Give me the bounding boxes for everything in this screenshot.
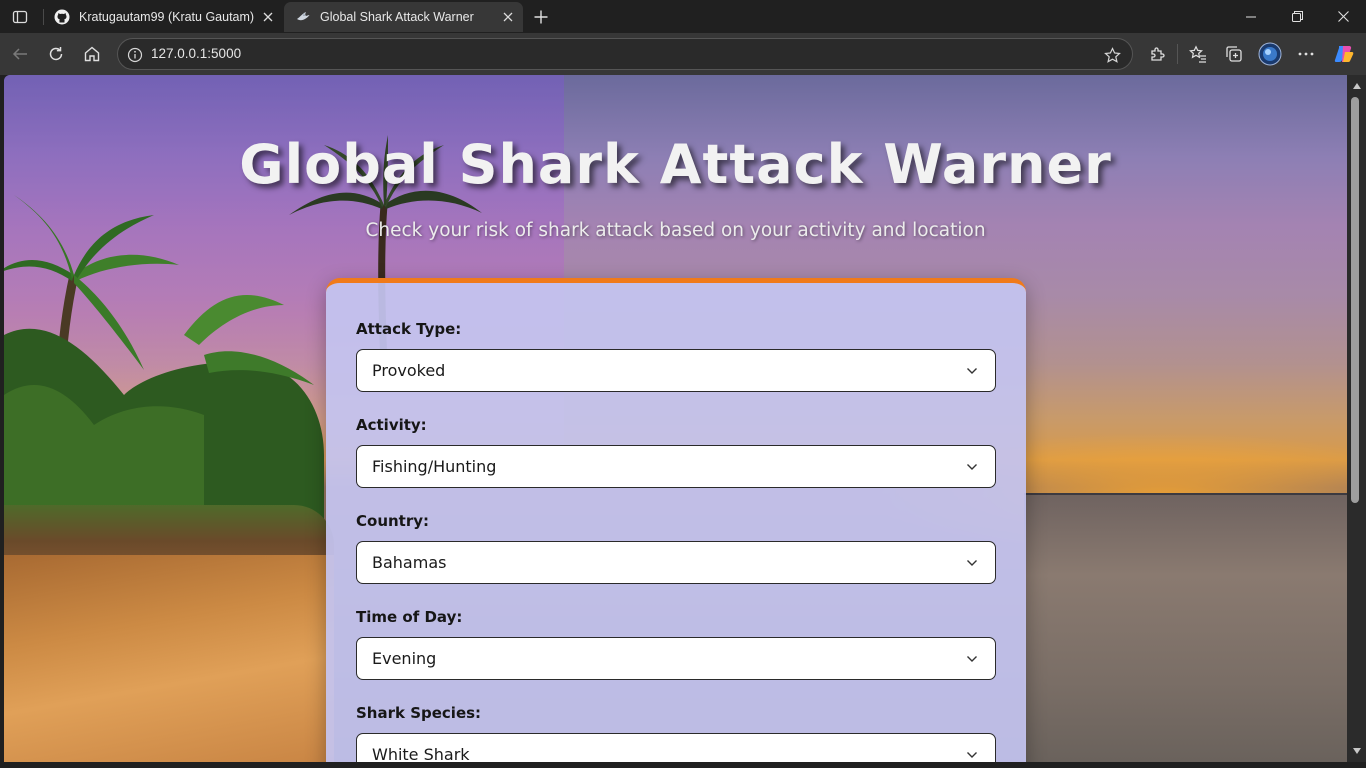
close-icon xyxy=(503,12,513,22)
github-icon xyxy=(53,8,71,26)
attack-type-label: Attack Type: xyxy=(356,320,462,338)
restore-icon xyxy=(1291,11,1303,22)
shark-icon xyxy=(294,8,312,26)
toolbar-divider xyxy=(1177,44,1178,64)
tab-github[interactable]: Kratugautam99 (Kratu Gautam) xyxy=(43,2,283,32)
page-subtitle: Check your risk of shark attack based on… xyxy=(365,220,986,241)
tab-title: Global Shark Attack Warner xyxy=(320,10,474,24)
chevron-down-icon xyxy=(965,460,979,474)
chevron-down-icon xyxy=(965,364,979,378)
close-icon xyxy=(1337,11,1349,22)
url-text: 127.0.0.1:5000 xyxy=(151,46,242,61)
chevron-down-icon xyxy=(965,652,979,666)
chevron-down-icon xyxy=(965,748,979,762)
favorites-list-icon xyxy=(1189,45,1206,63)
home-button[interactable] xyxy=(77,39,107,69)
address-bar[interactable]: 127.0.0.1:5000 xyxy=(117,38,1133,70)
favorite-star-button[interactable] xyxy=(1100,43,1124,67)
back-button[interactable] xyxy=(5,39,35,69)
country-select[interactable]: Bahamas xyxy=(356,541,996,584)
caret-up-icon xyxy=(1352,83,1361,89)
refresh-button[interactable] xyxy=(41,39,71,69)
page-scrollbar[interactable] xyxy=(1347,75,1366,762)
refresh-icon xyxy=(49,47,63,61)
restore-button[interactable] xyxy=(1274,0,1320,33)
more-menu-button[interactable] xyxy=(1291,39,1321,69)
background-beach xyxy=(4,555,334,762)
collections-button[interactable] xyxy=(1219,39,1249,69)
close-icon xyxy=(263,12,273,22)
country-label: Country: xyxy=(356,512,430,530)
activity-value: Fishing/Hunting xyxy=(372,457,497,476)
page-viewport: Global Shark Attack Warner Check your ri… xyxy=(4,75,1347,762)
profile-button[interactable] xyxy=(1255,39,1285,69)
back-arrow-icon xyxy=(12,48,27,60)
tab-shark-warner[interactable]: Global Shark Attack Warner xyxy=(284,2,523,32)
collections-icon xyxy=(1226,46,1242,62)
star-icon xyxy=(1103,46,1121,63)
attack-type-value: Provoked xyxy=(372,361,446,380)
new-tab-button[interactable] xyxy=(528,4,554,30)
minimize-icon xyxy=(1246,16,1256,17)
tab-bar: Kratugautam99 (Kratu Gautam) Global Shar… xyxy=(0,0,1366,33)
risk-form-card: Attack Type: Provoked Activity: Fishing/… xyxy=(326,278,1026,762)
window-bottom-edge xyxy=(0,762,1366,768)
time-of-day-select[interactable]: Evening xyxy=(356,637,996,680)
favorites-button[interactable] xyxy=(1183,39,1213,69)
scroll-up-button[interactable] xyxy=(1347,79,1366,93)
browser-toolbar: 127.0.0.1:5000 xyxy=(0,33,1366,75)
palm-foliage-image xyxy=(4,195,324,535)
plus-icon xyxy=(534,10,548,24)
avatar xyxy=(1258,42,1282,66)
activity-select[interactable]: Fishing/Hunting xyxy=(356,445,996,488)
puzzle-icon xyxy=(1151,47,1165,61)
country-value: Bahamas xyxy=(372,553,447,572)
background-sea xyxy=(1024,495,1347,762)
copilot-icon xyxy=(1334,46,1354,62)
tab-actions-button[interactable] xyxy=(6,5,34,29)
scrollbar-thumb[interactable] xyxy=(1351,97,1359,503)
close-window-button[interactable] xyxy=(1320,0,1366,33)
home-icon xyxy=(84,46,100,62)
chevron-down-icon xyxy=(965,556,979,570)
close-tab-button[interactable] xyxy=(497,6,519,28)
time-of-day-label: Time of Day: xyxy=(356,608,463,626)
shark-species-select[interactable]: White Shark xyxy=(356,733,996,762)
extensions-button[interactable] xyxy=(1142,39,1172,69)
page-title: Global Shark Attack Warner xyxy=(239,133,1112,196)
copilot-button[interactable] xyxy=(1329,39,1359,69)
attack-type-select[interactable]: Provoked xyxy=(356,349,996,392)
shark-species-label: Shark Species: xyxy=(356,704,482,722)
tab-actions-icon xyxy=(12,10,28,24)
minimize-button[interactable] xyxy=(1228,0,1274,33)
activity-label: Activity: xyxy=(356,416,427,434)
tab-title: Kratugautam99 (Kratu Gautam) xyxy=(79,10,255,24)
time-of-day-value: Evening xyxy=(372,649,437,668)
more-dots-icon xyxy=(1298,52,1314,56)
close-tab-button[interactable] xyxy=(257,6,279,28)
scroll-down-button[interactable] xyxy=(1347,744,1366,758)
caret-down-icon xyxy=(1352,748,1361,754)
site-info-icon[interactable] xyxy=(124,44,146,66)
shark-species-value: White Shark xyxy=(372,745,470,762)
